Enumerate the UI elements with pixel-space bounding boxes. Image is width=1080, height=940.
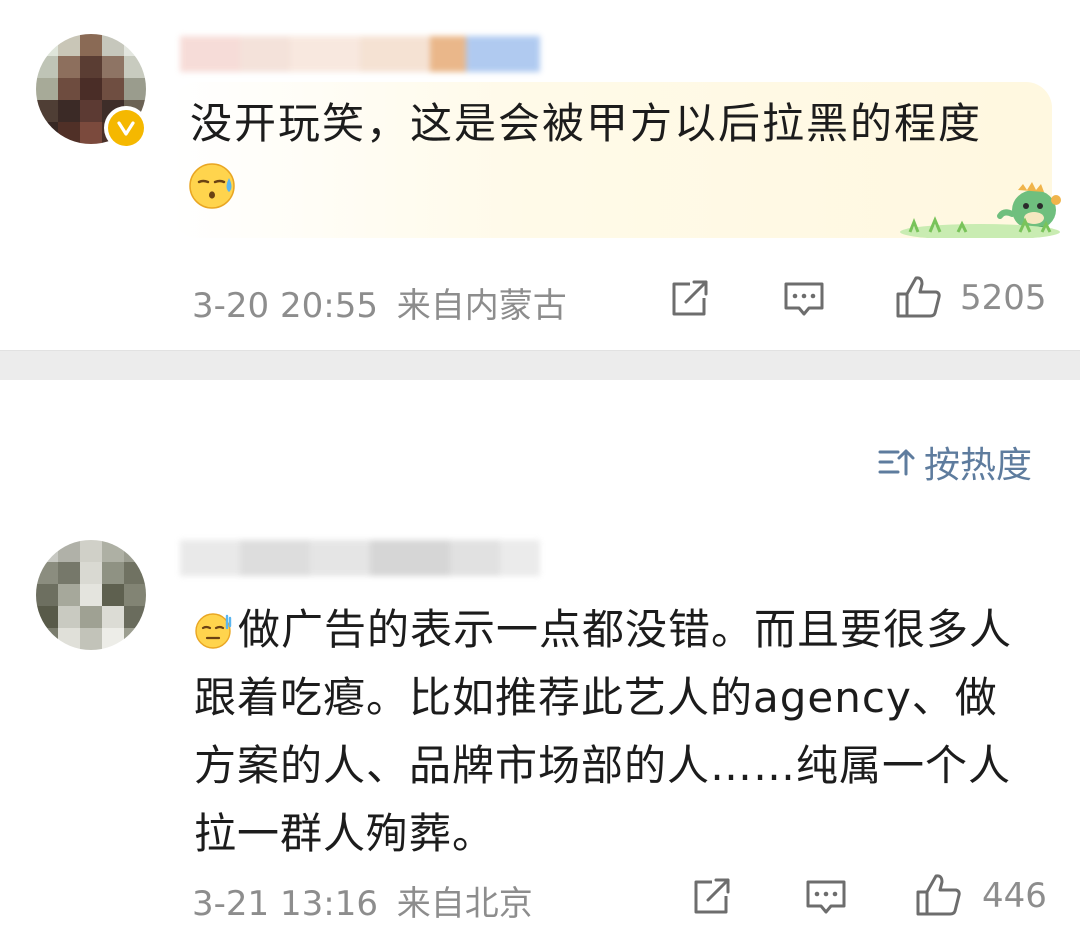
- sweat-face-emoji: [195, 613, 232, 649]
- sort-label: 按热度: [923, 445, 1032, 486]
- avatar[interactable]: [36, 540, 146, 650]
- comment-text: 没开玩笑，这是会被甲方以后拉黑的程度: [190, 99, 983, 148]
- like-icon[interactable]: [894, 274, 942, 320]
- comment-item: 没开玩笑，这是会被甲方以后拉黑的程度 3-20 20:55 来自内蒙古 5205: [0, 0, 1080, 350]
- like-count: 446: [982, 876, 1047, 916]
- section-separator: [0, 350, 1080, 380]
- comment-meta: 3-21 13:16 来自北京: [192, 876, 533, 925]
- comment-text-content: 做广告的表示一点都没错。而且要很多人跟着吃瘪。比如推荐此艺人的agency、做方…: [194, 605, 1013, 858]
- sort-by-hot-button[interactable]: 按热度: [878, 436, 1032, 488]
- share-icon[interactable]: [690, 876, 734, 918]
- sort-icon: [878, 449, 915, 476]
- comment-feed: 没开玩笑，这是会被甲方以后拉黑的程度 3-20 20:55 来自内蒙古 5205…: [0, 0, 1080, 940]
- username-blurred[interactable]: [180, 36, 540, 72]
- username-blurred[interactable]: [180, 540, 540, 576]
- comment-icon[interactable]: [804, 878, 848, 918]
- sweat-face-emoji: [189, 163, 235, 209]
- grass-decoration: [900, 216, 1060, 238]
- comment-date: 3-21 13:16: [192, 884, 378, 924]
- comment-text: 做广告的表示一点都没错。而且要很多人跟着吃瘪。比如推荐此艺人的agency、做方…: [194, 596, 1034, 868]
- like-icon[interactable]: [914, 872, 962, 918]
- share-icon[interactable]: [668, 278, 712, 320]
- like-count: 5205: [960, 278, 1047, 318]
- comment-location: 来自内蒙古: [396, 286, 567, 326]
- verified-icon: [104, 106, 148, 150]
- comment-location: 来自北京: [396, 884, 533, 924]
- comment-meta: 3-20 20:55 来自内蒙古: [192, 278, 567, 327]
- comment-date: 3-20 20:55: [192, 286, 378, 326]
- comment-icon[interactable]: [782, 280, 826, 320]
